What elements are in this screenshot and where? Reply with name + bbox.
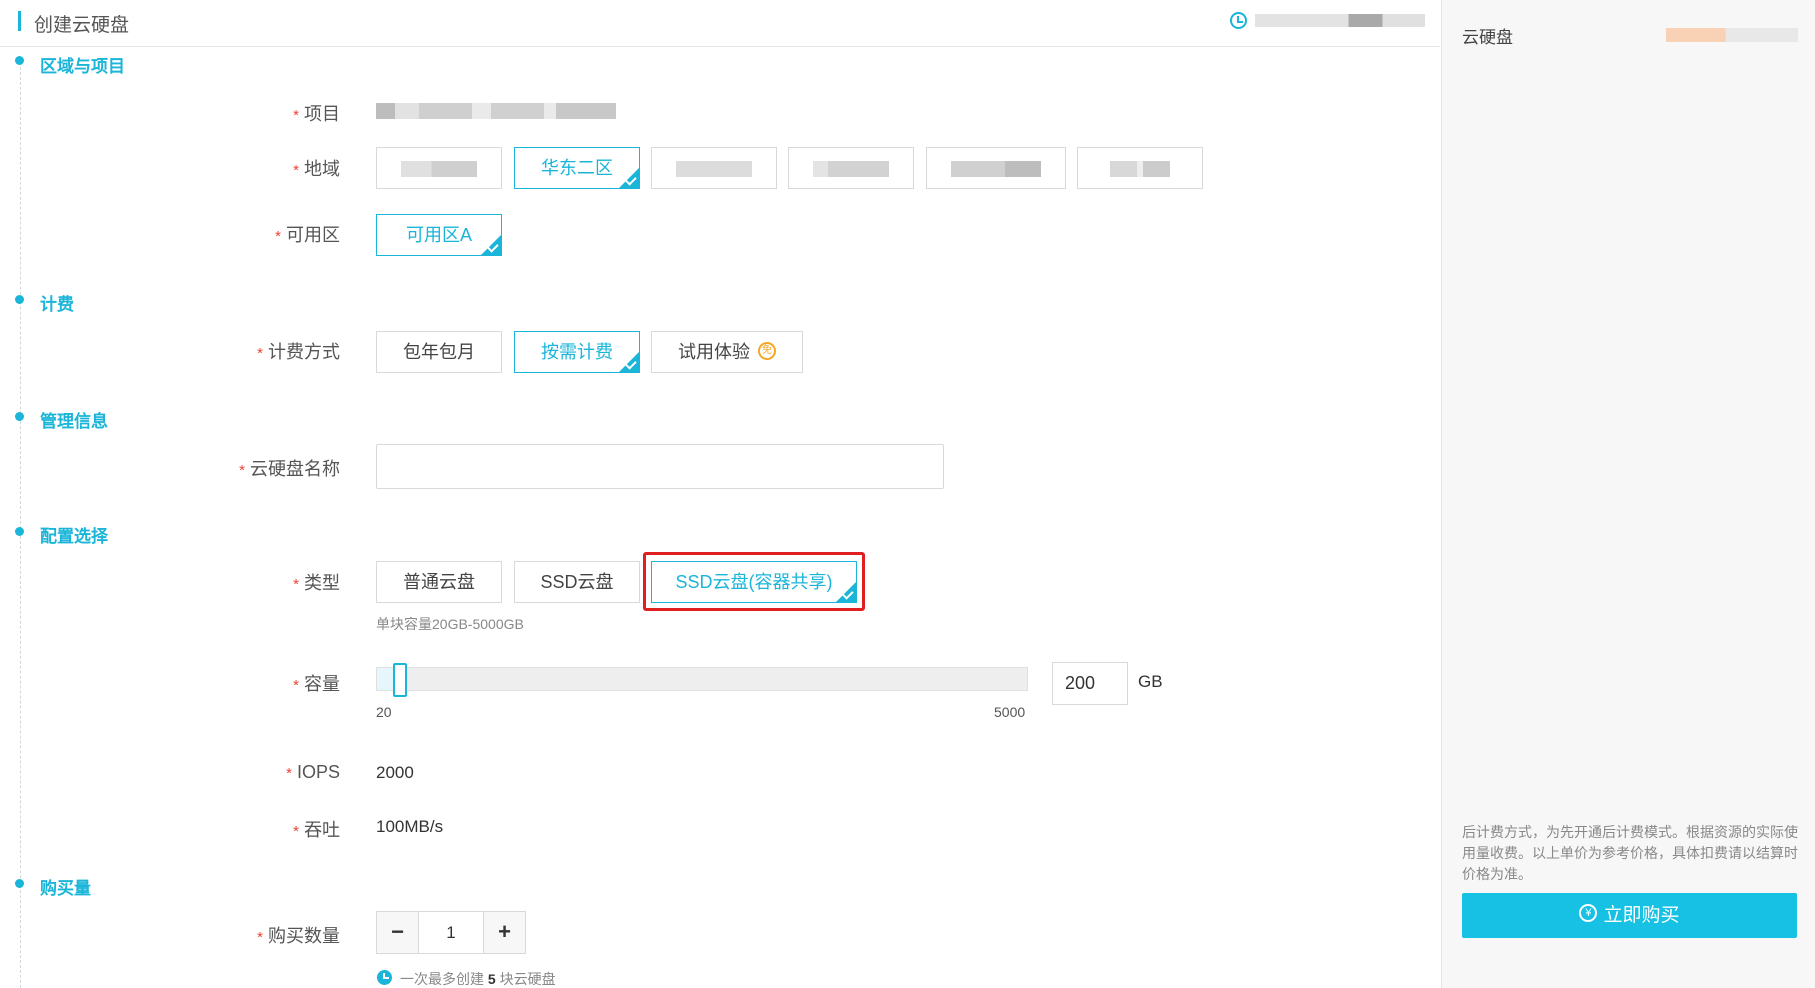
region-option-1[interactable]	[376, 147, 502, 189]
required-mark: *	[275, 228, 281, 245]
region-label-text: 地域	[304, 159, 340, 179]
type-option-standard[interactable]: 普通云盘	[376, 561, 502, 603]
iops-label-text: IOPS	[296, 762, 340, 782]
quantity-label: * 购买数量	[40, 922, 340, 948]
billing-label: * 计费方式	[40, 338, 340, 364]
billing-option-on-demand[interactable]: 按需计费	[514, 331, 640, 373]
required-mark: *	[257, 929, 263, 946]
disk-name-input[interactable]	[376, 444, 944, 489]
summary-title: 云硬盘	[1462, 28, 1513, 47]
section-dot	[15, 527, 24, 536]
page-header: 创建云硬盘	[0, 0, 1440, 47]
zone-label-text: 可用区	[286, 225, 340, 245]
free-badge-icon: 免	[758, 342, 776, 361]
highlight-box	[643, 552, 865, 611]
project-label-text: 项目	[304, 104, 340, 124]
disk-name-label: * 云硬盘名称	[40, 455, 340, 481]
region-label: * 地域	[40, 155, 340, 181]
throughput-label-text: 吞吐	[304, 820, 340, 840]
redacted-region-name	[951, 161, 1041, 178]
section-title-config: 配置选择	[40, 527, 108, 546]
redacted-region-name	[401, 161, 477, 178]
quantity-input[interactable]: 1	[419, 912, 483, 953]
clock-icon	[1230, 12, 1247, 29]
section-dot	[15, 56, 24, 65]
project-label: * 项目	[40, 100, 340, 126]
section-dot	[15, 879, 24, 888]
type-capacity-hint: 单块容量20GB-5000GB	[376, 616, 524, 632]
required-mark: *	[293, 677, 299, 694]
quantity-increment-button[interactable]: +	[483, 912, 525, 953]
section-dot	[15, 412, 24, 421]
order-summary-panel: 云硬盘 后计费方式，为先开通后计费模式。根据资源的实际使用量收费。以上单价为参考…	[1441, 0, 1815, 988]
section-title-region: 区域与项目	[40, 57, 125, 76]
section-timeline	[20, 62, 21, 988]
redacted-header-info	[1255, 14, 1425, 27]
buy-now-label: 立即购买	[1603, 905, 1680, 926]
quantity-note-suffix: 块云硬盘	[499, 971, 556, 987]
redacted-region-name	[676, 161, 752, 178]
zone-option-selected[interactable]: 可用区A	[376, 214, 502, 256]
required-mark: *	[293, 107, 299, 124]
capacity-slider[interactable]	[376, 663, 1028, 697]
capacity-label: * 容量	[40, 670, 340, 696]
region-option-5[interactable]	[926, 147, 1066, 189]
type-label-text: 类型	[304, 573, 340, 593]
region-option-selected[interactable]: 华东二区	[514, 147, 640, 189]
zone-label: * 可用区	[40, 221, 340, 247]
section-title-billing: 计费	[40, 295, 74, 314]
redacted-region-name	[813, 161, 889, 178]
disk-name-label-text: 云硬盘名称	[250, 459, 340, 479]
quantity-note-prefix: 一次最多创建	[400, 971, 484, 987]
redacted-region-name	[1110, 161, 1170, 178]
capacity-max-label: 5000	[994, 704, 1026, 720]
quantity-label-text: 购买数量	[268, 926, 340, 946]
quantity-note: 一次最多创建 5 块云硬盘	[400, 969, 556, 988]
capacity-label-text: 容量	[304, 674, 340, 694]
yen-coin-icon: ¥	[1579, 904, 1598, 923]
quantity-stepper[interactable]: − 1 +	[376, 911, 526, 954]
capacity-unit: GB	[1138, 672, 1163, 691]
required-mark: *	[239, 462, 245, 479]
iops-value: 2000	[376, 763, 414, 782]
section-title-purchase: 购买量	[40, 879, 91, 898]
buy-now-button[interactable]: ¥ 立即购买	[1462, 893, 1797, 938]
required-mark: *	[293, 823, 299, 840]
type-option-ssd[interactable]: SSD云盘	[514, 561, 640, 603]
title-accent-bar	[18, 11, 21, 31]
billing-trial-label: 试用体验	[678, 342, 750, 362]
section-title-manage: 管理信息	[40, 412, 108, 431]
page-title: 创建云硬盘	[34, 15, 130, 36]
quantity-decrement-button[interactable]: −	[377, 912, 419, 953]
redacted-project-value[interactable]	[376, 103, 616, 119]
billing-label-text: 计费方式	[268, 342, 340, 362]
required-mark: *	[257, 345, 263, 362]
region-option-3[interactable]	[651, 147, 777, 189]
info-clock-icon	[377, 970, 392, 985]
create-disk-page: 创建云硬盘 区域与项目 * 项目 * 地域 华东二区 * 可用区 可用区A 计费 * 计…	[0, 0, 1815, 988]
required-mark: *	[293, 576, 299, 593]
capacity-input[interactable]: 200	[1052, 662, 1128, 705]
region-option-6[interactable]	[1077, 147, 1203, 189]
throughput-label: * 吞吐	[40, 816, 340, 842]
iops-label: * IOPS	[40, 762, 340, 783]
billing-description: 后计费方式，为先开通后计费模式。根据资源的实际使用量收费。以上单价为参考价格，具…	[1462, 824, 1798, 882]
billing-option-annual[interactable]: 包年包月	[376, 331, 502, 373]
quantity-note-max: 5	[487, 971, 496, 987]
throughput-value: 100MB/s	[376, 817, 444, 836]
section-dot	[15, 295, 24, 304]
capacity-slider-handle[interactable]	[393, 663, 408, 697]
required-mark: *	[293, 162, 299, 179]
billing-option-trial[interactable]: 试用体验免	[651, 331, 803, 373]
type-label: * 类型	[40, 569, 340, 595]
capacity-min-label: 20	[376, 704, 392, 720]
redacted-price	[1666, 28, 1798, 42]
required-mark: *	[286, 765, 292, 782]
region-option-4[interactable]	[788, 147, 914, 189]
